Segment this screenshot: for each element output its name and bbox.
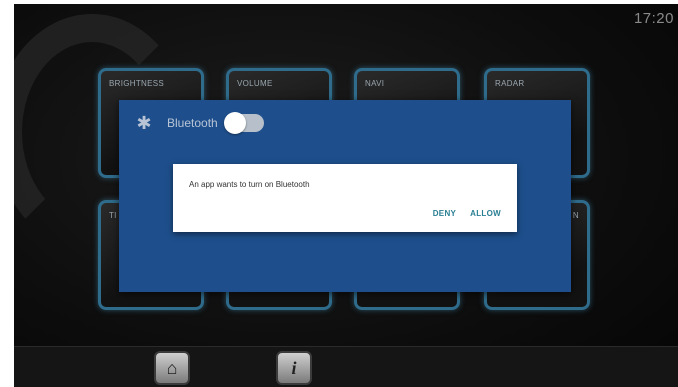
info-icon: i <box>291 357 297 378</box>
home-icon: ⌂ <box>166 357 178 378</box>
toggle-knob <box>223 112 246 134</box>
bluetooth-title: Bluetooth <box>167 116 218 130</box>
tile-label: RADAR <box>495 79 525 88</box>
permission-dialog: An app wants to turn on Bluetooth DENY A… <box>173 164 517 232</box>
bluetooth-header: ✱ Bluetooth <box>135 110 264 136</box>
bluetooth-panel: ✱ Bluetooth An app wants to turn on Blue… <box>119 100 571 292</box>
tile-label: NAVI <box>365 79 385 88</box>
clock: 17:20 <box>633 10 674 27</box>
bluetooth-icon: ✱ <box>136 112 152 133</box>
deny-button[interactable]: DENY <box>433 209 456 218</box>
info-button[interactable]: i <box>276 351 312 385</box>
tile-label: TI <box>109 211 117 220</box>
home-button[interactable]: ⌂ <box>154 351 190 385</box>
dialog-message: An app wants to turn on Bluetooth <box>189 180 310 189</box>
tile-label: VOLUME <box>237 79 273 88</box>
tile-label: N <box>572 211 579 220</box>
dialog-actions: DENY ALLOW <box>433 209 501 218</box>
allow-button[interactable]: ALLOW <box>470 209 501 218</box>
bottom-dock: ⌂ i <box>14 346 678 387</box>
bluetooth-toggle[interactable] <box>223 112 264 134</box>
tile-label: BRIGHTNESS <box>109 79 165 88</box>
